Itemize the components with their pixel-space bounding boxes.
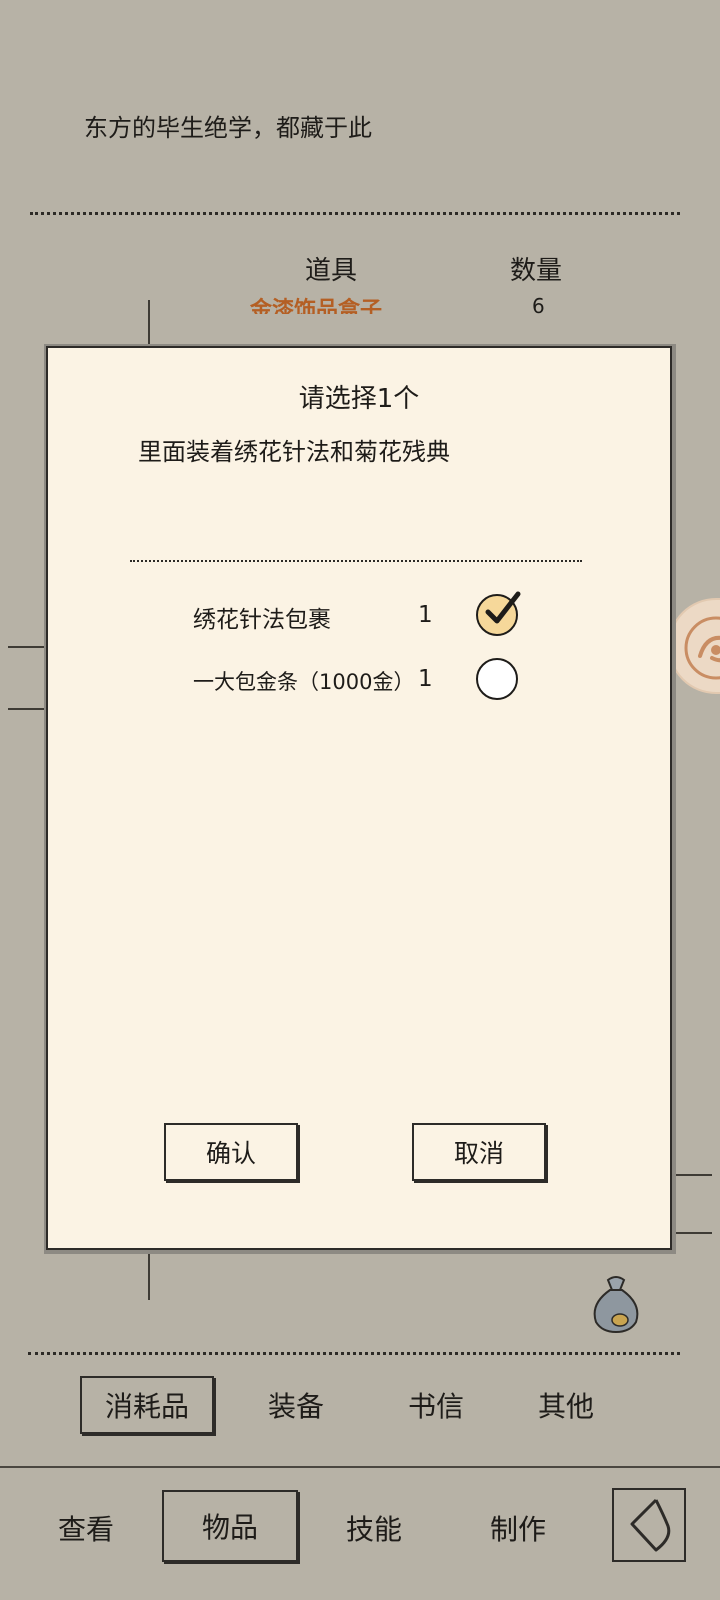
dialog-description: 里面装着绣花针法和菊花残典 bbox=[138, 438, 450, 466]
money-bag-icon[interactable] bbox=[588, 1272, 644, 1334]
dialog-title: 请选择1个 bbox=[298, 384, 420, 414]
side-panel-edge bbox=[8, 646, 48, 710]
column-header-quantity: 数量 bbox=[510, 256, 563, 286]
table-border bbox=[148, 300, 150, 346]
tab-others[interactable]: 其他 bbox=[506, 1376, 626, 1434]
item-name[interactable]: 金漆饰品盒子 bbox=[250, 292, 382, 314]
option-label: 一大包金条（1000金） bbox=[193, 670, 415, 694]
divider bbox=[30, 212, 680, 215]
option-quantity: 1 bbox=[418, 602, 433, 628]
divider-line bbox=[0, 1466, 720, 1468]
tab-consumables[interactable]: 消耗品 bbox=[80, 1376, 214, 1434]
dialog-divider bbox=[130, 560, 582, 562]
nav-skills[interactable]: 技能 bbox=[318, 1498, 430, 1558]
nav-items[interactable]: 物品 bbox=[162, 1490, 298, 1562]
option-radio[interactable] bbox=[476, 658, 518, 700]
confirm-button[interactable]: 确认 bbox=[164, 1123, 298, 1181]
table-border bbox=[148, 1250, 150, 1300]
option-label: 绣花针法包裹 bbox=[193, 607, 331, 633]
cancel-button[interactable]: 取消 bbox=[412, 1123, 546, 1181]
nav-view[interactable]: 查看 bbox=[30, 1498, 142, 1558]
page-description: 东方的毕生绝学，都藏于此 bbox=[84, 114, 372, 142]
side-panel-edge bbox=[672, 1174, 712, 1234]
tab-equipment[interactable]: 装备 bbox=[236, 1376, 356, 1434]
selection-dialog: 请选择1个 里面装着绣花针法和菊花残典 绣花针法包裹 1 一大包金条（1000金… bbox=[46, 346, 672, 1250]
option-quantity: 1 bbox=[418, 666, 433, 692]
back-arrow-icon bbox=[630, 1498, 671, 1552]
checkmark-icon bbox=[485, 591, 521, 624]
option-radio-selected[interactable] bbox=[476, 591, 521, 636]
nav-crafting[interactable]: 制作 bbox=[462, 1498, 574, 1558]
back-button[interactable] bbox=[612, 1488, 686, 1562]
tab-letters[interactable]: 书信 bbox=[376, 1376, 496, 1434]
item-quantity: 6 bbox=[532, 294, 545, 318]
divider bbox=[28, 1352, 680, 1355]
column-header-item: 道具 bbox=[305, 256, 358, 286]
